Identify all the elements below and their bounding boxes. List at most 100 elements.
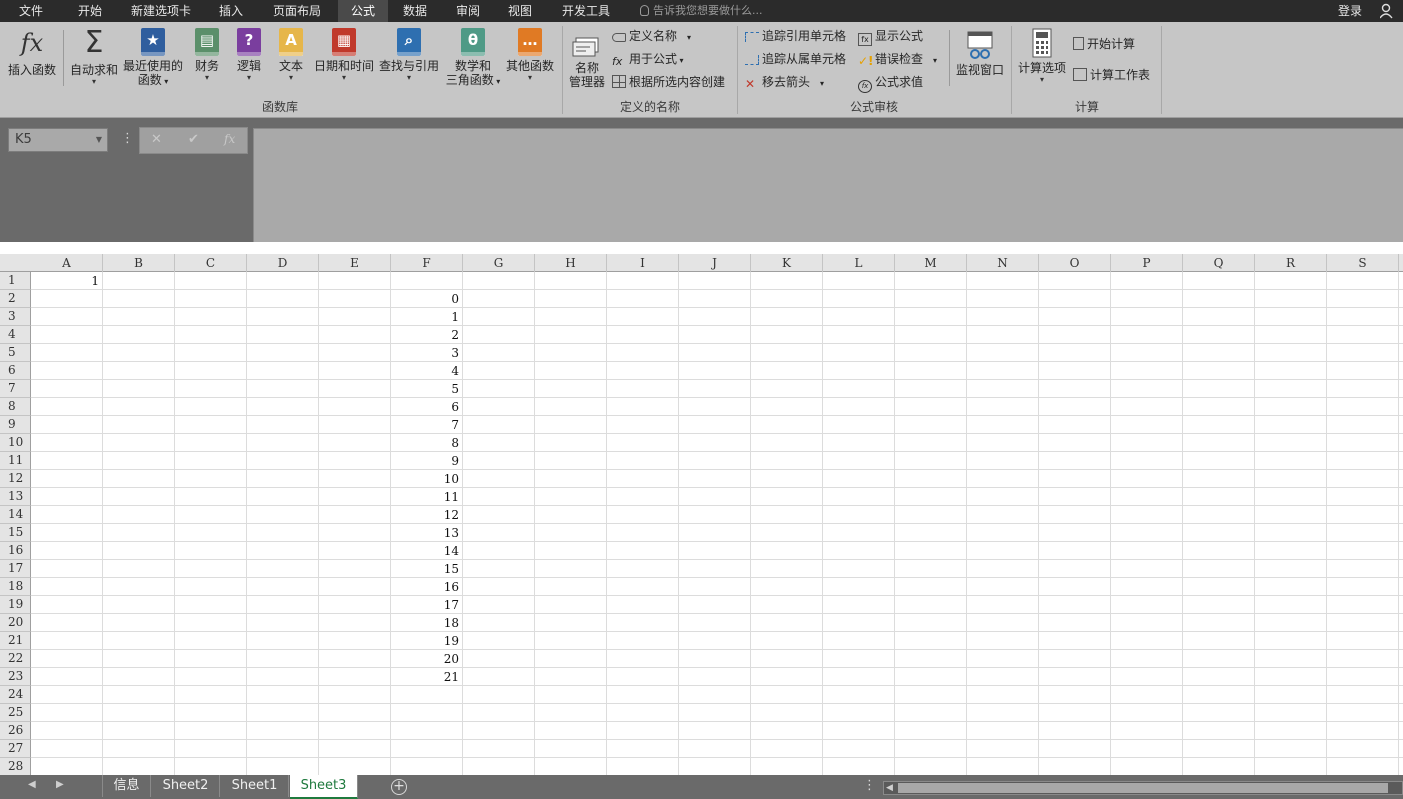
calculate-sheet-button[interactable]: 计算工作表 [1073, 67, 1150, 83]
row-header[interactable]: 25 [0, 704, 31, 722]
tab-home[interactable]: 开始 [64, 0, 116, 22]
column-header[interactable]: P [1111, 254, 1183, 272]
row-header[interactable]: 14 [0, 506, 31, 524]
row-header[interactable]: 12 [0, 470, 31, 488]
sheet-tab-sheet1[interactable]: Sheet1 [221, 775, 289, 797]
cell-value[interactable]: 19 [391, 632, 459, 650]
row-header[interactable]: 20 [0, 614, 31, 632]
cell-value[interactable]: 10 [391, 470, 459, 488]
evaluate-formula-button[interactable]: fx 公式求值 [858, 74, 923, 93]
show-formulas-button[interactable]: fx 显示公式 [858, 28, 923, 46]
tab-view[interactable]: 视图 [498, 0, 542, 22]
trace-precedents-button[interactable]: 追踪引用单元格 [745, 28, 846, 44]
cell-value[interactable]: 20 [391, 650, 459, 668]
row-header[interactable]: 4 [0, 326, 31, 344]
row-header[interactable]: 19 [0, 596, 31, 614]
column-header[interactable]: J [679, 254, 751, 272]
cell-value[interactable]: 7 [391, 416, 459, 434]
user-icon[interactable] [1380, 3, 1394, 19]
next-sheet-icon[interactable]: ▶ [56, 779, 64, 790]
cell-value[interactable]: 0 [391, 290, 459, 308]
column-header[interactable]: D [247, 254, 319, 272]
cell-value[interactable]: 1 [31, 272, 99, 290]
define-name-button[interactable]: 定义名称 ▾ [612, 28, 691, 46]
error-checking-button[interactable]: ✓!错误检查 ▾ [858, 51, 937, 69]
tab-split-handle-icon[interactable]: ⋮ [863, 778, 876, 793]
cell-value[interactable]: 12 [391, 506, 459, 524]
tab-insert[interactable]: 插入 [208, 0, 254, 22]
tab-formulas[interactable]: 公式 [338, 0, 388, 22]
create-from-selection-button[interactable]: 根据所选内容创建 [612, 74, 725, 90]
column-header[interactable]: A [31, 254, 103, 272]
tab-review[interactable]: 审阅 [446, 0, 490, 22]
watch-window-button[interactable]: 监视窗口 [953, 30, 1007, 77]
login-link[interactable]: 登录 [1338, 0, 1362, 22]
row-header[interactable]: 9 [0, 416, 31, 434]
cell-value[interactable]: 6 [391, 398, 459, 416]
row-header[interactable]: 13 [0, 488, 31, 506]
enter-check-icon[interactable]: ✔ [188, 132, 199, 147]
cell-value[interactable]: 15 [391, 560, 459, 578]
scrollbar-thumb[interactable] [898, 783, 1388, 793]
row-header[interactable]: 26 [0, 722, 31, 740]
cell-value[interactable]: 16 [391, 578, 459, 596]
column-header[interactable]: K [751, 254, 823, 272]
cell-value[interactable]: 4 [391, 362, 459, 380]
lookup-button[interactable]: ⌕ 查找与引用 ▾ [377, 28, 441, 82]
cell-area[interactable]: 1 0 1 2 3 4 5 6 7 8 9 10 11 12 13 14 15 16 17 18 19 20 21 [31, 272, 1403, 775]
column-header[interactable]: R [1255, 254, 1327, 272]
row-header[interactable]: 2 [0, 290, 31, 308]
column-header[interactable]: M [895, 254, 967, 272]
cancel-icon[interactable]: ✕ [151, 132, 162, 147]
chevron-down-icon[interactable]: ▼ [96, 129, 102, 151]
insert-function-button[interactable]: fx 插入函数 [4, 28, 60, 77]
cell-value[interactable]: 1 [391, 308, 459, 326]
column-header[interactable]: G [463, 254, 535, 272]
row-header[interactable]: 27 [0, 740, 31, 758]
column-header[interactable]: E [319, 254, 391, 272]
tell-me-box[interactable]: 告诉我您想要做什么... [640, 0, 763, 22]
name-box[interactable]: K5 ▼ [8, 128, 108, 152]
calculate-now-button[interactable]: 开始计算 [1073, 36, 1135, 52]
column-header[interactable]: L [823, 254, 895, 272]
column-header[interactable]: S [1327, 254, 1399, 272]
financial-button[interactable]: ▤ 财务 ▾ [189, 28, 225, 82]
column-header[interactable]: Q [1183, 254, 1255, 272]
row-header[interactable]: 18 [0, 578, 31, 596]
cell-value[interactable]: 21 [391, 668, 459, 686]
datetime-button[interactable]: ▦ 日期和时间 ▾ [312, 28, 376, 82]
row-header[interactable]: 28 [0, 758, 31, 775]
insert-function-icon[interactable]: fx [224, 132, 235, 146]
cell-value[interactable]: 5 [391, 380, 459, 398]
horizontal-scrollbar[interactable]: ◀ [883, 781, 1403, 795]
row-header[interactable]: 11 [0, 452, 31, 470]
logical-button[interactable]: ? 逻辑 ▾ [231, 28, 267, 82]
row-header[interactable]: 8 [0, 398, 31, 416]
row-header[interactable]: 6 [0, 362, 31, 380]
text-button[interactable]: A 文本 ▾ [273, 28, 309, 82]
row-header[interactable]: 17 [0, 560, 31, 578]
row-header[interactable]: 10 [0, 434, 31, 452]
remove-arrows-button[interactable]: ✕ 移去箭头 ▾ [745, 74, 824, 92]
column-header[interactable]: B [103, 254, 175, 272]
tab-data[interactable]: 数据 [394, 0, 436, 22]
row-header[interactable]: 23 [0, 668, 31, 686]
cell-value[interactable]: 18 [391, 614, 459, 632]
add-sheet-icon[interactable]: + [391, 779, 407, 795]
row-header[interactable]: 5 [0, 344, 31, 362]
column-header[interactable]: N [967, 254, 1039, 272]
column-header[interactable]: F [391, 254, 463, 272]
cell-value[interactable]: 13 [391, 524, 459, 542]
row-header[interactable]: 22 [0, 650, 31, 668]
cell-value[interactable]: 14 [391, 542, 459, 560]
cell-value[interactable]: 11 [391, 488, 459, 506]
tab-file[interactable]: 文件 [8, 0, 54, 22]
row-header[interactable]: 3 [0, 308, 31, 326]
row-header[interactable]: 1 [0, 272, 31, 290]
sheet-tab-info[interactable]: 信息 [103, 775, 151, 797]
math-trig-button[interactable]: θ 数学和 三角函数 ▾ [443, 28, 503, 89]
column-header[interactable]: H [535, 254, 607, 272]
use-in-formula-button[interactable]: fx 用于公式 ▾ [612, 51, 684, 69]
name-manager-button[interactable]: 名称 管理器 [566, 34, 608, 89]
scroll-left-icon[interactable]: ◀ [886, 782, 893, 794]
